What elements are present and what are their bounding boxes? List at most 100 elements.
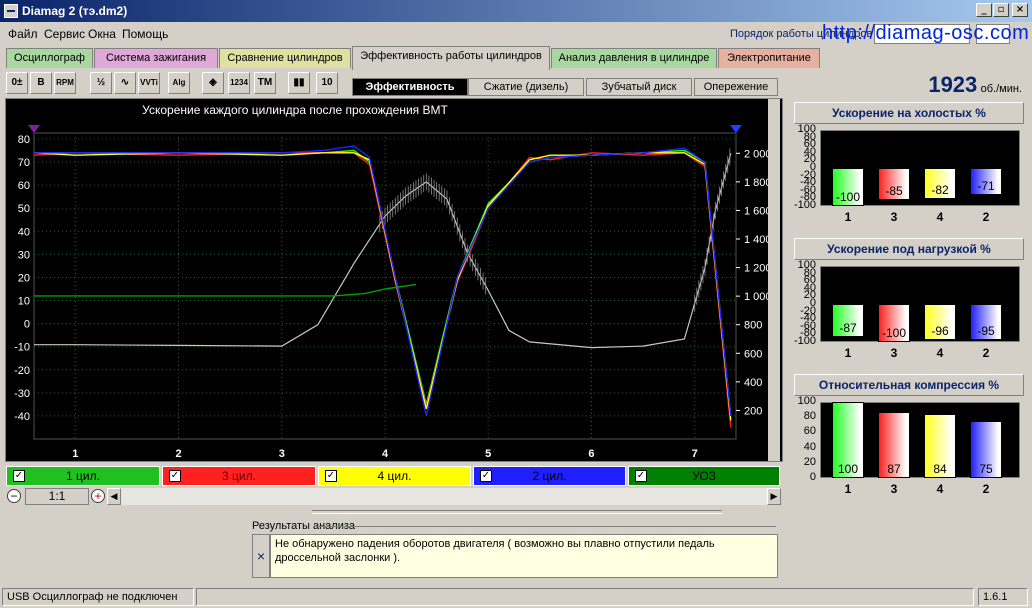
channel-checkbox[interactable]: ✓ bbox=[325, 470, 337, 482]
y-tick-right: 1 400 bbox=[744, 234, 772, 246]
sensor-icon[interactable]: ◈ bbox=[202, 72, 224, 94]
tab-1[interactable]: Система зажигания bbox=[94, 48, 218, 68]
panel-title[interactable]: Относительная компрессия % bbox=[794, 374, 1024, 396]
panel-chart: 100 80 60 40 20 0 -20 -40 -60 -80 -100 -100 1 -85 3 -82… bbox=[792, 123, 1024, 224]
subtab-3[interactable]: Опережение bbox=[694, 78, 778, 96]
version-label: 1.6.1 bbox=[978, 588, 1028, 606]
panel-bar-value: -71 bbox=[977, 178, 995, 193]
panel-y-tick: -100 bbox=[793, 335, 816, 347]
zero-adjust-icon[interactable]: 0± bbox=[6, 72, 28, 94]
legend-channel-1[interactable]: ✓ 3 цил. bbox=[162, 466, 316, 486]
panel-bar-value: 100 bbox=[837, 462, 859, 476]
rpm-unit: об./мин. bbox=[980, 83, 1022, 95]
chart-vscroll[interactable] bbox=[768, 99, 780, 461]
panel-bar-category: 3 bbox=[890, 210, 898, 224]
efficiency-chart[interactable]: Ускорение каждого цилиндра после прохожд… bbox=[5, 98, 783, 462]
tdc-left-marker-icon[interactable] bbox=[28, 125, 40, 133]
series-3 bbox=[34, 145, 732, 417]
series-4 bbox=[34, 283, 417, 297]
subtab-2[interactable]: Зубчатый диск bbox=[586, 78, 692, 96]
panel-y-tick: 20 bbox=[803, 455, 816, 468]
panel-title[interactable]: Ускорение на холостых % bbox=[794, 102, 1024, 124]
series-0 bbox=[34, 149, 732, 416]
panel-bar-category: 2 bbox=[982, 346, 990, 360]
series-2 bbox=[33, 152, 732, 421]
tab-2[interactable]: Сравнение цилиндров bbox=[219, 48, 351, 68]
bar-chart-icon[interactable]: ▮▮ bbox=[288, 72, 310, 94]
close-button[interactable]: × bbox=[1012, 3, 1028, 17]
tab-0[interactable]: Осциллограф bbox=[6, 48, 93, 68]
vvti-icon[interactable]: VVTi bbox=[138, 72, 160, 94]
panel-bar-category: 1 bbox=[844, 210, 852, 224]
y-tick-right: 400 bbox=[744, 377, 762, 389]
scroll-left-button[interactable]: ◀ bbox=[107, 488, 121, 505]
y-tick-left: -40 bbox=[14, 411, 30, 423]
subtab-0[interactable]: Эффективность bbox=[352, 78, 468, 96]
minimize-button[interactable]: _ bbox=[976, 3, 992, 17]
zoom-in-button[interactable]: + bbox=[91, 489, 105, 503]
panel-splitter[interactable] bbox=[0, 510, 790, 516]
y-tick-left: 70 bbox=[18, 157, 30, 169]
panel-bar-value: -85 bbox=[885, 184, 903, 199]
menu-windows[interactable]: Окна bbox=[88, 27, 116, 41]
x-tick: 4 bbox=[382, 448, 389, 460]
panel-title[interactable]: Ускорение под нагрузкой % bbox=[794, 238, 1024, 260]
cylinder-order-icon[interactable]: 1234 bbox=[228, 72, 250, 94]
panel-bar-category: 2 bbox=[982, 210, 990, 224]
y-tick-left: 50 bbox=[18, 203, 30, 215]
title-bar: Diamag 2 (тэ.dm2) _ ▫ × bbox=[0, 0, 1032, 22]
rpm-icon[interactable]: RPM bbox=[54, 72, 76, 94]
channel-label: 2 цил. bbox=[532, 469, 567, 483]
channel-checkbox[interactable]: ✓ bbox=[635, 470, 647, 482]
scale-bar-icon[interactable]: 10 bbox=[316, 72, 338, 94]
bold-icon[interactable]: B bbox=[30, 72, 52, 94]
legend-channel-0[interactable]: ✓ 1 цил. bbox=[6, 466, 160, 486]
status-bar: USB Осциллограф не подключен 1.6.1 bbox=[0, 586, 1032, 608]
tab-4[interactable]: Анализ давления в цилиндре bbox=[551, 48, 717, 68]
menu-service[interactable]: Сервис bbox=[44, 27, 85, 41]
scroll-track[interactable] bbox=[121, 488, 767, 505]
y-tick-left: -10 bbox=[14, 342, 30, 354]
x-tick: 3 bbox=[279, 448, 285, 460]
zoom-level: 1:1 bbox=[25, 488, 89, 505]
y-tick-left: -20 bbox=[14, 365, 30, 377]
y-tick-right: 1 800 bbox=[744, 177, 772, 189]
panel-chart: 100 80 60 40 20 0 -20 -40 -60 -80 -100 -87 1 -100 3 -96… bbox=[792, 259, 1024, 360]
series-rpm bbox=[34, 153, 732, 349]
panel-y-tick: 60 bbox=[803, 425, 816, 438]
panel-chart: 100 80 60 40 20 0 100 1 87 3 84 4 75 2 bbox=[792, 395, 1024, 496]
status-text: USB Осциллограф не подключен bbox=[2, 588, 194, 606]
menu-file[interactable]: Файл bbox=[8, 27, 38, 41]
panel-bar-category: 3 bbox=[890, 482, 898, 496]
x-tick: 1 bbox=[72, 448, 78, 460]
zoom-out-button[interactable]: − bbox=[7, 489, 21, 503]
stat-panel-1: Ускорение под нагрузкой % 100 80 60 40 20 0 -20… bbox=[792, 238, 1026, 370]
x-tick: 6 bbox=[588, 448, 594, 460]
zoom-bar: − 1:1 + ◀ ▶ bbox=[5, 488, 783, 506]
algorithm-icon[interactable]: Alg bbox=[168, 72, 190, 94]
channel-checkbox[interactable]: ✓ bbox=[169, 470, 181, 482]
subtab-1[interactable]: Сжатие (дизель) bbox=[468, 78, 584, 96]
website-watermark: http://diamag-osc.com bbox=[822, 22, 1030, 44]
channel-checkbox[interactable]: ✓ bbox=[480, 470, 492, 482]
channel-checkbox[interactable]: ✓ bbox=[13, 470, 25, 482]
line-graph-icon[interactable]: ∿ bbox=[114, 72, 136, 94]
tab-3[interactable]: Эффективность работы цилиндров bbox=[352, 46, 550, 70]
close-results-button[interactable]: × bbox=[252, 534, 270, 578]
menu-help[interactable]: Помощь bbox=[122, 27, 168, 41]
tdc-marker-icon[interactable]: ТМ bbox=[254, 72, 276, 94]
legend-channel-2[interactable]: ✓ 4 цил. bbox=[318, 466, 471, 486]
scroll-right-button[interactable]: ▶ bbox=[767, 488, 781, 505]
scale-icon[interactable]: ½ bbox=[90, 72, 112, 94]
y-tick-right: 600 bbox=[744, 348, 762, 360]
legend-channel-4[interactable]: ✓ УОЗ bbox=[628, 466, 780, 486]
panel-y-tick: 0 bbox=[809, 471, 816, 483]
maximize-button[interactable]: ▫ bbox=[993, 3, 1009, 17]
y-tick-left: 10 bbox=[18, 296, 30, 308]
legend-channel-3[interactable]: ✓ 2 цил. bbox=[473, 466, 626, 486]
tdc-right-marker-icon[interactable] bbox=[730, 125, 742, 133]
menu-bar: Файл Сервис Окна Помощь Порядок работы ц… bbox=[0, 22, 1032, 46]
y-tick-right: 1 200 bbox=[744, 263, 772, 275]
tab-5[interactable]: Электропитание bbox=[718, 48, 820, 68]
panel-bar-category: 4 bbox=[936, 210, 944, 224]
